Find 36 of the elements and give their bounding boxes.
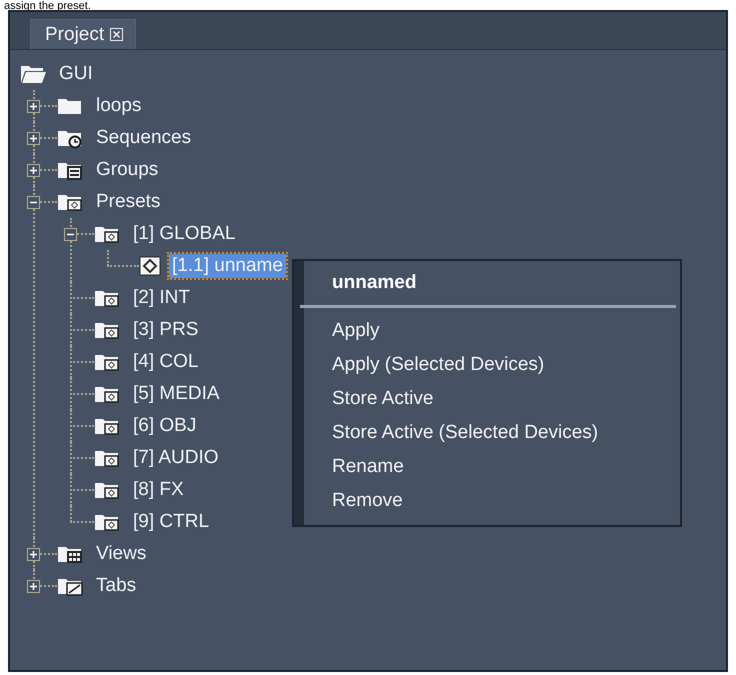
panel-tab[interactable]: Project <box>30 19 136 49</box>
menu-item[interactable]: Store Active <box>304 382 680 416</box>
collapse-icon[interactable] <box>64 228 77 241</box>
tree-item[interactable]: [7] AUDIO <box>130 446 222 470</box>
tree-item[interactable]: [8] FX <box>130 478 187 502</box>
close-icon[interactable] <box>110 28 124 41</box>
expand-icon[interactable] <box>27 100 40 113</box>
tab-label: Project <box>45 24 104 46</box>
menu-item[interactable]: Remove <box>304 484 680 518</box>
open-folder-icon <box>20 63 48 85</box>
tree-item[interactable]: Views <box>93 542 150 566</box>
tree-item[interactable]: loops <box>93 94 144 118</box>
tree-item[interactable]: [4] COL <box>130 350 202 374</box>
expand-icon[interactable] <box>27 548 40 561</box>
tree-item[interactable]: Sequences <box>93 126 194 150</box>
tree-item[interactable]: [2] INT <box>130 286 194 310</box>
tree-item[interactable]: Tabs <box>93 574 140 598</box>
menu-item[interactable]: Apply (Selected Devices) <box>304 348 680 382</box>
tree-item[interactable]: [1] GLOBAL <box>130 222 238 246</box>
menu-item[interactable]: Rename <box>304 450 680 484</box>
caption-text: assign the preset. <box>3 0 92 12</box>
menu-item[interactable]: Apply <box>304 314 680 348</box>
preset-icon <box>139 256 161 276</box>
tree-item[interactable]: [3] PRS <box>130 318 202 342</box>
tree-item[interactable]: [5] MEDIA <box>130 382 223 406</box>
collapse-icon[interactable] <box>27 196 40 209</box>
tree-item[interactable]: [6] OBJ <box>130 414 200 438</box>
menu-title: unnamed <box>331 271 418 295</box>
tree-item[interactable]: [9] CTRL <box>130 510 212 534</box>
tree-item[interactable]: Groups <box>93 158 162 182</box>
expand-icon[interactable] <box>27 580 40 593</box>
tree-item[interactable]: GUI <box>56 62 96 86</box>
menu-item[interactable]: Store Active (Selected Devices) <box>304 416 680 450</box>
tree-item[interactable]: Presets <box>93 190 164 214</box>
expand-icon[interactable] <box>27 164 40 177</box>
expand-icon[interactable] <box>27 132 40 145</box>
